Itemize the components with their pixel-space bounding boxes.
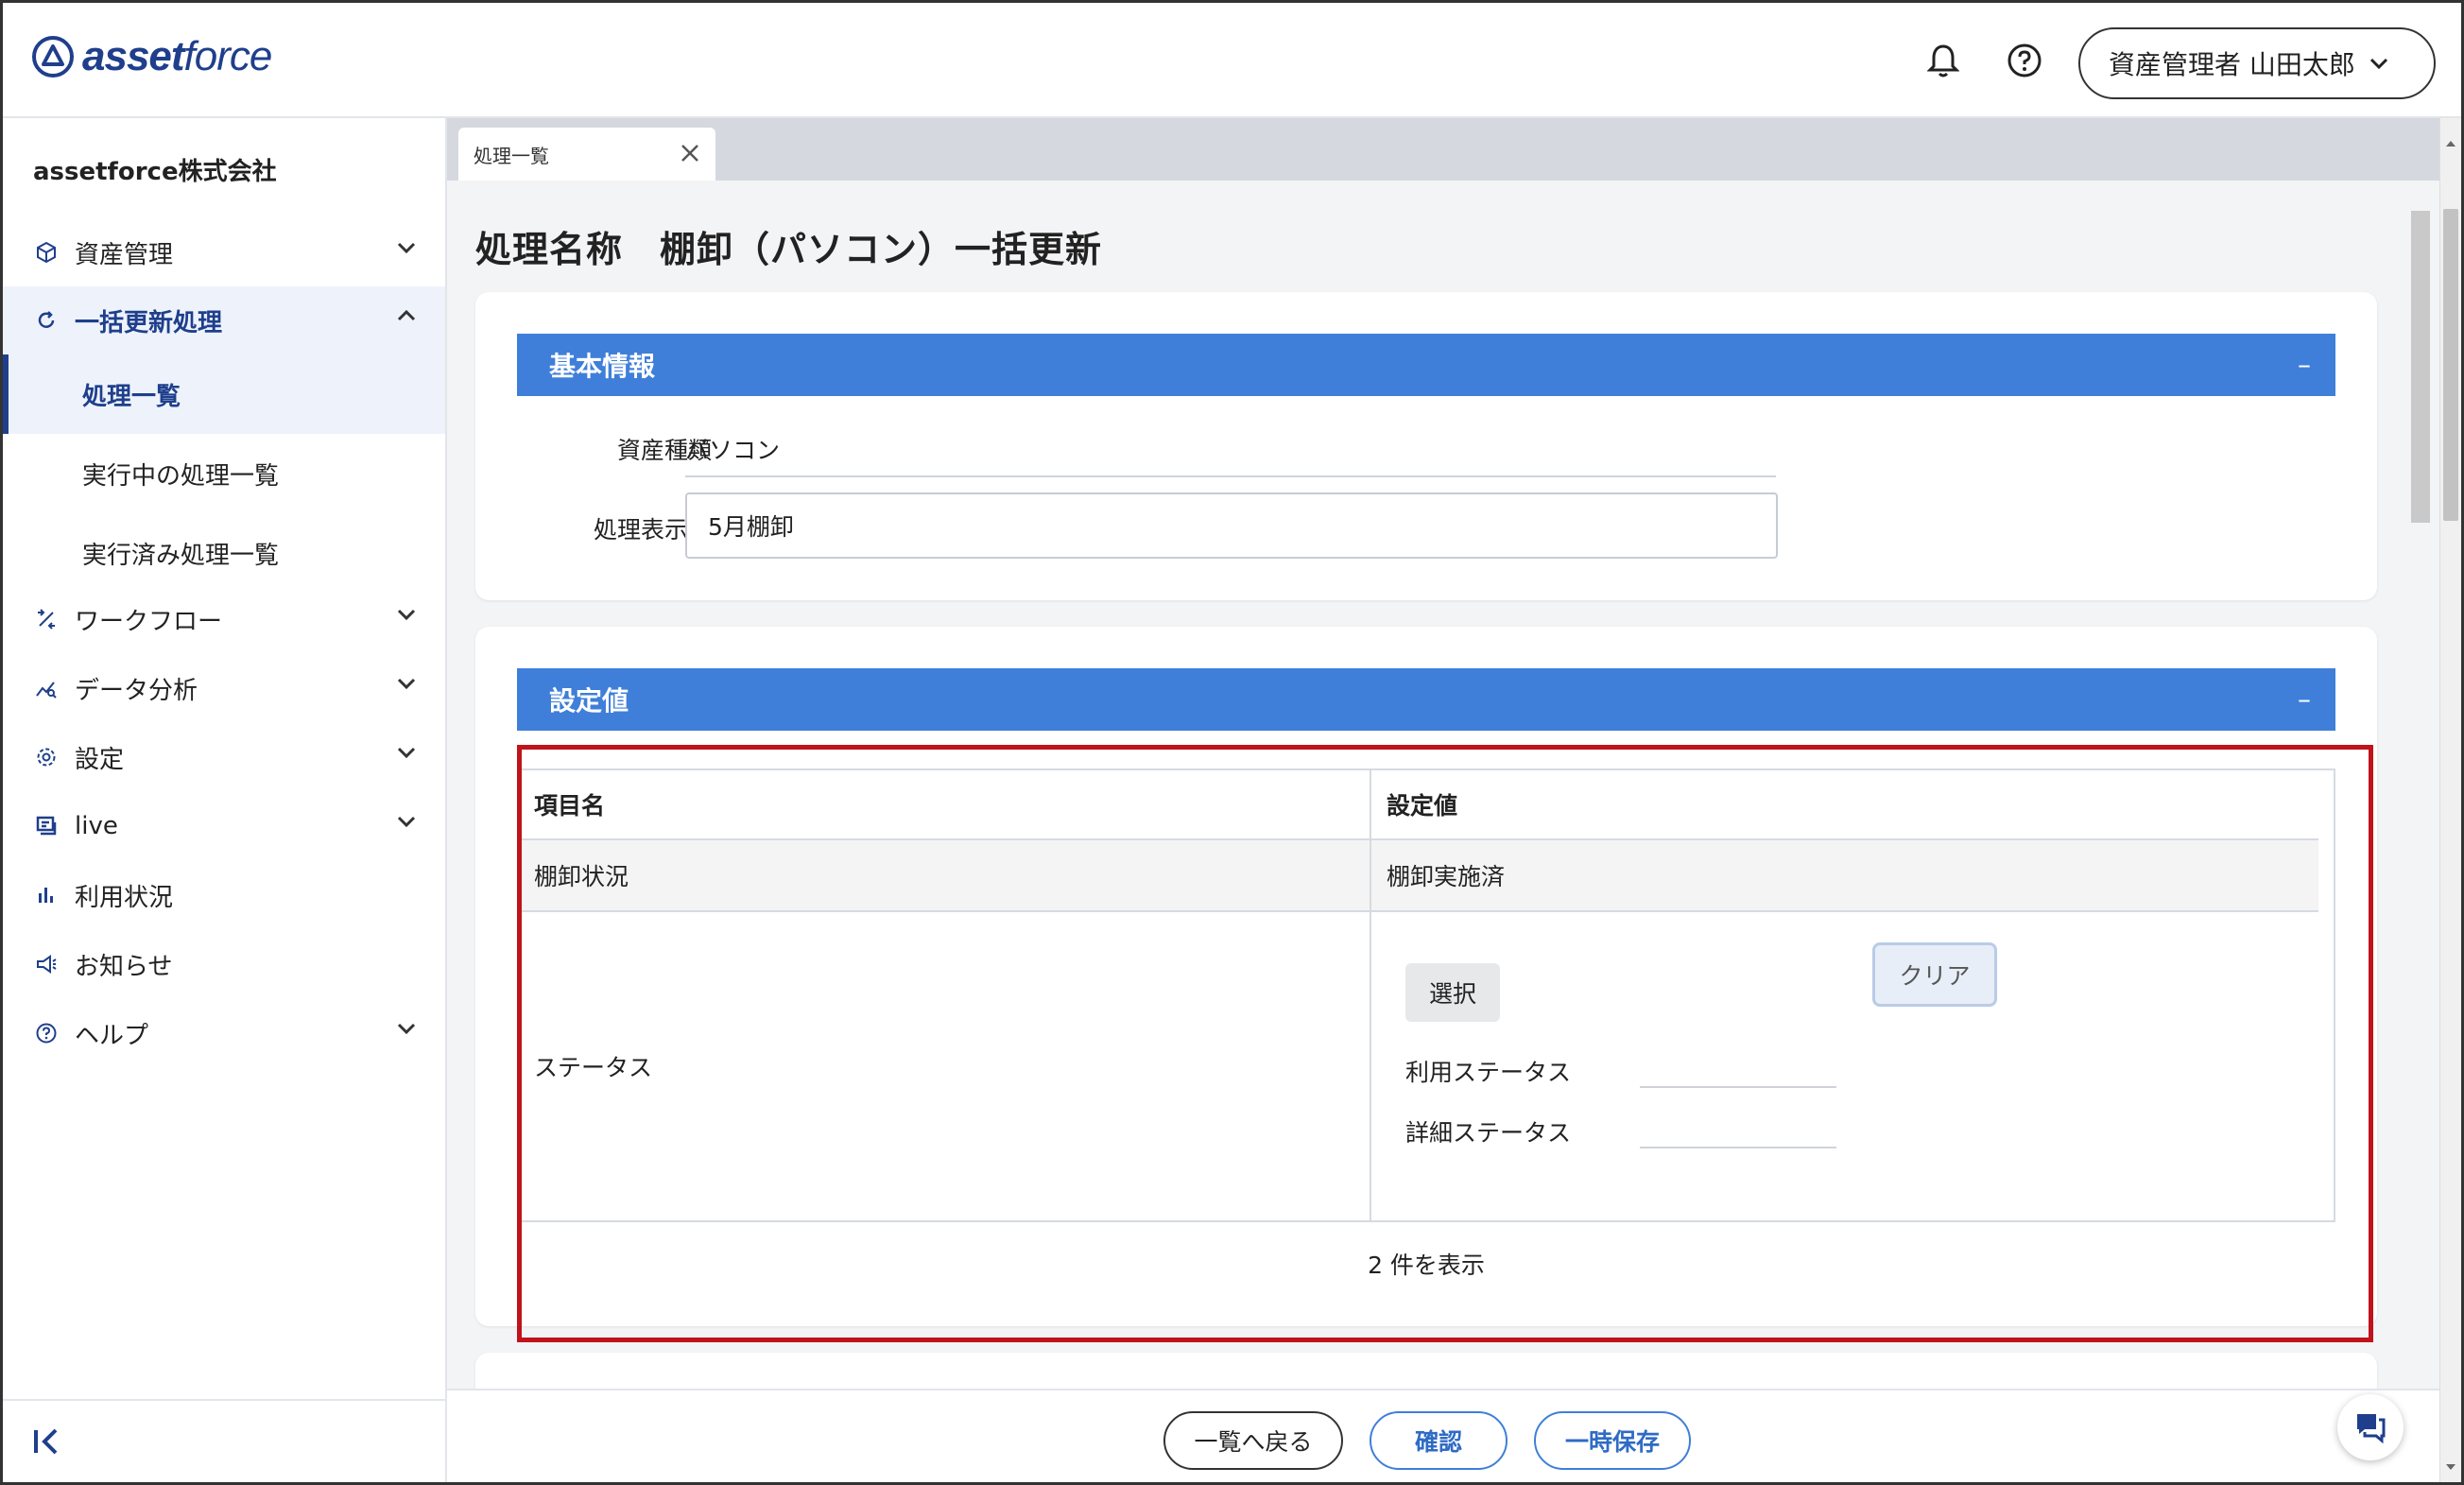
- top-header: assetforce 資産管理者 山田太郎: [3, 3, 2461, 118]
- tab-bar: 処理一覧: [447, 118, 2439, 181]
- select-button[interactable]: 選択: [1405, 963, 1500, 1022]
- confirm-button[interactable]: 確認: [1370, 1411, 1508, 1470]
- close-icon[interactable]: [678, 141, 702, 165]
- sidebar: assetforce株式会社 資産管理 一括更新処理 処理一覧 実行中の処理一覧…: [3, 118, 447, 1482]
- scroll-down-icon[interactable]: [2444, 1460, 2457, 1474]
- sidebar-item-bulk-update[interactable]: 一括更新処理: [3, 286, 445, 354]
- gear-icon: [33, 744, 60, 770]
- back-to-list-button[interactable]: 一覧へ戻る: [1163, 1411, 1343, 1470]
- settings-header[interactable]: 設定値 –: [517, 668, 2335, 731]
- display-name-input[interactable]: 5月棚卸: [685, 492, 1778, 559]
- collapse-icon[interactable]: –: [2298, 683, 2311, 715]
- live-icon: [33, 813, 60, 839]
- footer-action-bar: 一覧へ戻る 確認 一時保存: [447, 1389, 2439, 1482]
- cube-icon: [33, 239, 60, 266]
- sidebar-item-data-analysis[interactable]: データ分析: [3, 654, 445, 722]
- chevron-down-icon: [397, 242, 416, 254]
- sidebar-item-notices[interactable]: お知らせ: [3, 930, 445, 998]
- chevron-down-icon: [397, 816, 416, 828]
- detail-status-field[interactable]: [1640, 1147, 1836, 1148]
- row-item-name: ステータス: [519, 912, 1371, 1220]
- help-icon[interactable]: [2003, 39, 2046, 82]
- display-name-label: 処理表示名: [593, 516, 712, 544]
- refresh-icon: [33, 307, 60, 334]
- workflow-icon: [33, 606, 60, 632]
- chat-button[interactable]: [2337, 1394, 2404, 1460]
- bell-icon[interactable]: [1921, 39, 1965, 82]
- logo-mark-icon: [32, 36, 74, 78]
- sidebar-item-workflow[interactable]: ワークフロー: [3, 585, 445, 653]
- chevron-down-icon: [2369, 58, 2387, 70]
- clear-button[interactable]: クリア: [1872, 942, 1997, 1007]
- basic-info-card: 基本情報 – 資産種類 パソコン 処理表示名 5月棚卸: [475, 292, 2377, 600]
- sidebar-item-settings[interactable]: 設定: [3, 723, 445, 791]
- help-circle-icon: [33, 1020, 60, 1046]
- column-header-item: 項目名: [519, 770, 1371, 838]
- settings-card: 設定値 – 項目名 設定値 棚卸状況 棚卸実施済 ステータス 選択 クリア 利用…: [475, 627, 2377, 1326]
- window-scrollbar-thumb[interactable]: [2443, 209, 2458, 521]
- page-title: 処理名称 棚卸（パソコン）一括更新: [475, 229, 1103, 270]
- asset-type-label: 資産種類: [616, 437, 712, 464]
- sidebar-subitem-process-list[interactable]: 処理一覧: [3, 354, 445, 434]
- company-name: assetforce株式会社: [33, 158, 277, 186]
- table-header-row: 項目名 設定値: [519, 770, 2318, 840]
- content-scrollbar-thumb[interactable]: [2411, 211, 2430, 523]
- detail-status-label: 詳細ステータス: [1405, 1119, 1572, 1147]
- sidebar-item-usage[interactable]: 利用状況: [3, 861, 445, 929]
- user-menu-button[interactable]: 資産管理者 山田太郎: [2078, 27, 2436, 99]
- asset-type-value: パソコン: [685, 437, 781, 464]
- chevron-up-icon: [397, 309, 416, 321]
- column-header-value: 設定値: [1387, 792, 1458, 820]
- asset-type-underline: [685, 475, 1776, 477]
- usage-status-label: 利用ステータス: [1405, 1059, 1572, 1086]
- sidebar-item-help[interactable]: ヘルプ: [3, 999, 445, 1067]
- usage-status-field[interactable]: [1640, 1086, 1836, 1088]
- sidebar-item-asset-management[interactable]: 資産管理: [3, 218, 445, 286]
- sidebar-footer: [3, 1399, 445, 1482]
- window-scrollbar[interactable]: [2439, 118, 2461, 1482]
- logo[interactable]: assetforce: [31, 33, 272, 80]
- sidebar-subitem-completed-list[interactable]: 実行済み処理一覧: [3, 513, 445, 593]
- chevron-down-icon: [397, 678, 416, 690]
- chevron-down-icon: [397, 609, 416, 621]
- table-row: 棚卸状況 棚卸実施済: [519, 840, 2318, 912]
- chevron-down-icon: [397, 1023, 416, 1035]
- user-name: 資産管理者 山田太郎: [2109, 49, 2355, 80]
- basic-info-header[interactable]: 基本情報 –: [517, 334, 2335, 396]
- sidebar-subitem-running-list[interactable]: 実行中の処理一覧: [3, 434, 445, 513]
- temporary-save-button[interactable]: 一時保存: [1534, 1411, 1691, 1470]
- settings-table: 項目名 設定値 棚卸状況 棚卸実施済 ステータス 選択 クリア 利用ステータス …: [517, 768, 2335, 1222]
- collapse-icon[interactable]: –: [2298, 349, 2311, 380]
- tab-process-list[interactable]: 処理一覧: [458, 128, 715, 181]
- analytics-icon: [33, 675, 60, 701]
- collapse-sidebar-icon[interactable]: [31, 1425, 63, 1458]
- row-item-value: 棚卸実施済: [1387, 863, 1506, 890]
- main-content: 処理一覧 処理名称 棚卸（パソコン）一括更新 基本情報 – 資産種類 パソコン …: [447, 118, 2439, 1482]
- result-count: 2 件を表示: [1368, 1252, 1485, 1279]
- megaphone-icon: [33, 951, 60, 977]
- row-item-name: 棚卸状況: [519, 840, 1371, 910]
- sidebar-item-live[interactable]: live: [3, 792, 445, 860]
- app-window: assetforce 資産管理者 山田太郎 assetforce株式会社 資産管…: [0, 0, 2464, 1485]
- bar-chart-icon: [33, 882, 60, 908]
- scroll-up-icon[interactable]: [2444, 137, 2457, 150]
- chevron-down-icon: [397, 747, 416, 759]
- logo-text: assetforce: [82, 33, 272, 79]
- chat-icon: [2357, 1414, 2386, 1444]
